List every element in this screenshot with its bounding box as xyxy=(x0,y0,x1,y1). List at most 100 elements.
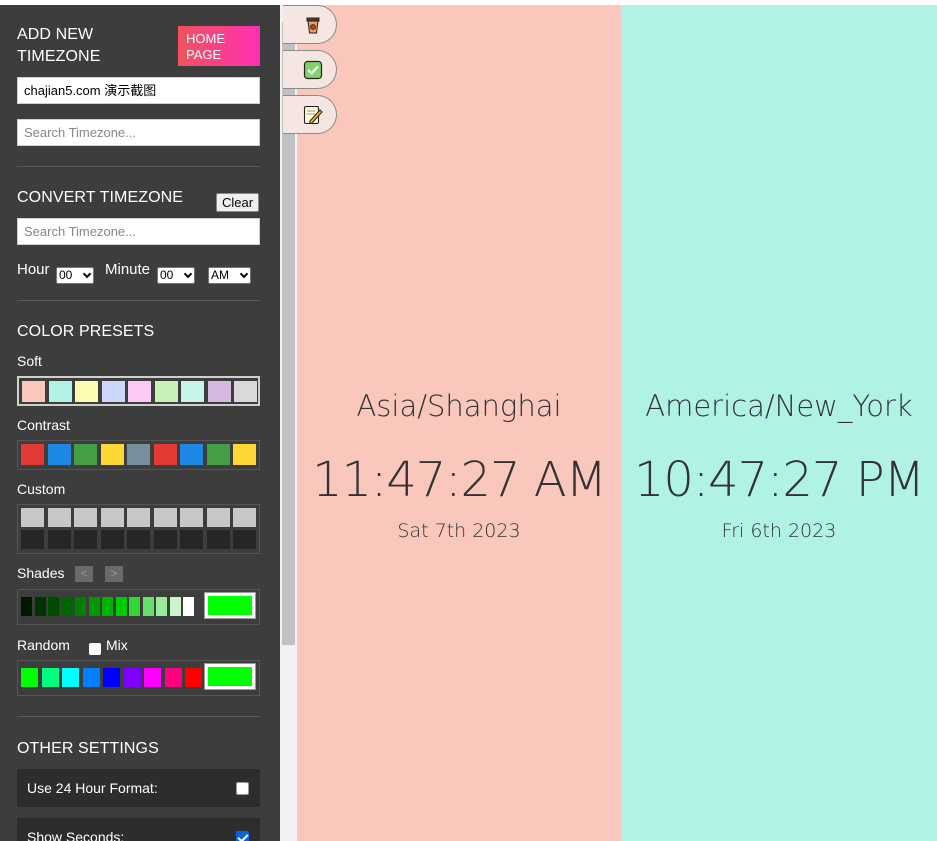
minute-select[interactable]: 00 xyxy=(157,267,195,284)
show-seconds-label: Show Seconds: xyxy=(27,829,125,841)
soft-swatch[interactable] xyxy=(48,381,72,402)
soft-swatch[interactable] xyxy=(207,381,231,402)
shades-next-button[interactable]: > xyxy=(105,566,123,582)
clock-panel-new-york: America/New_York 10:47:27 PM Fri 6th 202… xyxy=(621,5,937,841)
home-page-button[interactable]: HOME PAGE xyxy=(178,26,260,66)
convert-timezone-search-input[interactable]: Search Timezone... xyxy=(17,218,260,245)
custom-swatch-top[interactable] xyxy=(74,508,97,527)
soft-swatch[interactable] xyxy=(75,381,98,402)
soft-swatch[interactable] xyxy=(101,381,125,402)
check-icon xyxy=(303,60,323,80)
use-24-hour-label: Use 24 Hour Format: xyxy=(27,780,158,796)
settings-sidebar: ADD NEW TIMEZONE HOME PAGE chajian5.com … xyxy=(0,5,280,841)
random-swatch[interactable] xyxy=(41,668,59,687)
soft-swatch[interactable] xyxy=(234,381,257,402)
show-seconds-setting: Show Seconds: xyxy=(17,818,260,841)
random-swatch[interactable] xyxy=(103,668,120,687)
soft-swatch[interactable] xyxy=(181,381,204,402)
shade-swatch[interactable] xyxy=(115,597,127,616)
soft-preset[interactable] xyxy=(17,376,260,406)
random-swatch[interactable] xyxy=(21,668,38,687)
shade-swatch[interactable] xyxy=(102,597,113,616)
random-swatch[interactable] xyxy=(62,668,79,687)
contrast-label: Contrast xyxy=(17,417,70,433)
edit-button[interactable] xyxy=(283,95,337,134)
shade-swatch[interactable] xyxy=(156,597,167,616)
divider xyxy=(17,716,260,717)
contrast-swatch[interactable] xyxy=(74,444,97,465)
selected-color-swatch[interactable] xyxy=(205,593,255,618)
soft-swatch[interactable] xyxy=(154,381,178,402)
custom-swatch-bottom[interactable] xyxy=(21,530,44,549)
use-24-hour-checkbox[interactable] xyxy=(236,782,249,795)
coffee-button[interactable] xyxy=(283,5,337,44)
custom-swatch-bottom[interactable] xyxy=(47,530,71,549)
add-timezone-title-1: ADD NEW xyxy=(17,26,94,43)
custom-swatch-bottom[interactable] xyxy=(153,530,177,549)
random-preset[interactable] xyxy=(17,660,260,696)
contrast-swatch[interactable] xyxy=(233,444,256,465)
timezone-name-input[interactable]: chajian5.com 演示截图 xyxy=(17,77,260,104)
ampm-select-value: AM xyxy=(211,268,229,282)
custom-swatch-top[interactable] xyxy=(21,508,44,527)
soft-label: Soft xyxy=(17,353,42,369)
clock-panel-shanghai: Asia/Shanghai 11:47:27 AM Sat 7th 2023 xyxy=(297,5,621,841)
mix-checkbox[interactable] xyxy=(89,643,101,655)
custom-swatch-top[interactable] xyxy=(233,508,256,527)
home-label-1: HOME xyxy=(186,31,225,46)
add-timezone-title-2: TIMEZONE xyxy=(17,48,101,65)
custom-preset[interactable] xyxy=(17,504,260,554)
shade-swatch[interactable] xyxy=(88,597,100,616)
contrast-swatch[interactable] xyxy=(100,444,124,465)
random-swatch[interactable] xyxy=(82,668,100,687)
hour-select[interactable]: 00 xyxy=(56,267,94,284)
custom-swatch-top[interactable] xyxy=(153,508,177,527)
shades-preset[interactable] xyxy=(17,589,260,625)
shade-swatch[interactable] xyxy=(142,597,154,616)
shade-swatch[interactable] xyxy=(21,597,32,616)
custom-swatch-bottom[interactable] xyxy=(74,530,97,549)
contrast-swatch[interactable] xyxy=(180,444,203,465)
shade-swatch[interactable] xyxy=(34,597,46,616)
soft-swatch[interactable] xyxy=(22,381,45,402)
shade-swatch[interactable] xyxy=(129,597,140,616)
custom-swatch-bottom[interactable] xyxy=(233,530,256,549)
contrast-preset[interactable] xyxy=(17,440,260,470)
shade-swatch[interactable] xyxy=(61,597,73,616)
contrast-swatch[interactable] xyxy=(153,444,177,465)
clear-button[interactable]: Clear xyxy=(216,193,259,212)
shade-swatch[interactable] xyxy=(169,597,181,616)
contrast-swatch[interactable] xyxy=(206,444,230,465)
custom-swatch-bottom[interactable] xyxy=(100,530,124,549)
add-timezone-search-input[interactable]: Search Timezone... xyxy=(17,119,260,146)
selected-color-swatch[interactable] xyxy=(205,664,255,689)
minute-label: Minute xyxy=(105,261,151,278)
custom-swatch-top[interactable] xyxy=(47,508,71,527)
random-label: Random xyxy=(17,637,70,653)
custom-swatch-bottom[interactable] xyxy=(180,530,203,549)
random-swatch[interactable] xyxy=(144,668,161,687)
shade-swatch[interactable] xyxy=(75,597,86,616)
random-swatch[interactable] xyxy=(123,668,141,687)
custom-label: Custom xyxy=(17,481,66,497)
random-swatch[interactable] xyxy=(164,668,182,687)
contrast-swatch[interactable] xyxy=(127,444,150,465)
custom-swatch-top[interactable] xyxy=(100,508,124,527)
custom-swatch-top[interactable] xyxy=(127,508,150,527)
custom-swatch-top[interactable] xyxy=(180,508,203,527)
contrast-swatch[interactable] xyxy=(47,444,71,465)
divider xyxy=(17,300,260,301)
soft-swatch[interactable] xyxy=(128,381,151,402)
show-seconds-checkbox[interactable] xyxy=(236,831,249,841)
shade-swatch[interactable] xyxy=(48,597,59,616)
contrast-swatch[interactable] xyxy=(21,444,44,465)
shades-prev-button[interactable]: < xyxy=(75,566,93,582)
ampm-select[interactable]: AM xyxy=(208,267,251,284)
custom-swatch-bottom[interactable] xyxy=(127,530,150,549)
check-button[interactable] xyxy=(283,50,337,89)
custom-swatch-bottom[interactable] xyxy=(206,530,230,549)
shade-swatch[interactable] xyxy=(183,597,194,616)
custom-swatch-top[interactable] xyxy=(206,508,230,527)
minute-select-value: 00 xyxy=(160,268,174,282)
random-swatch[interactable] xyxy=(185,668,202,687)
